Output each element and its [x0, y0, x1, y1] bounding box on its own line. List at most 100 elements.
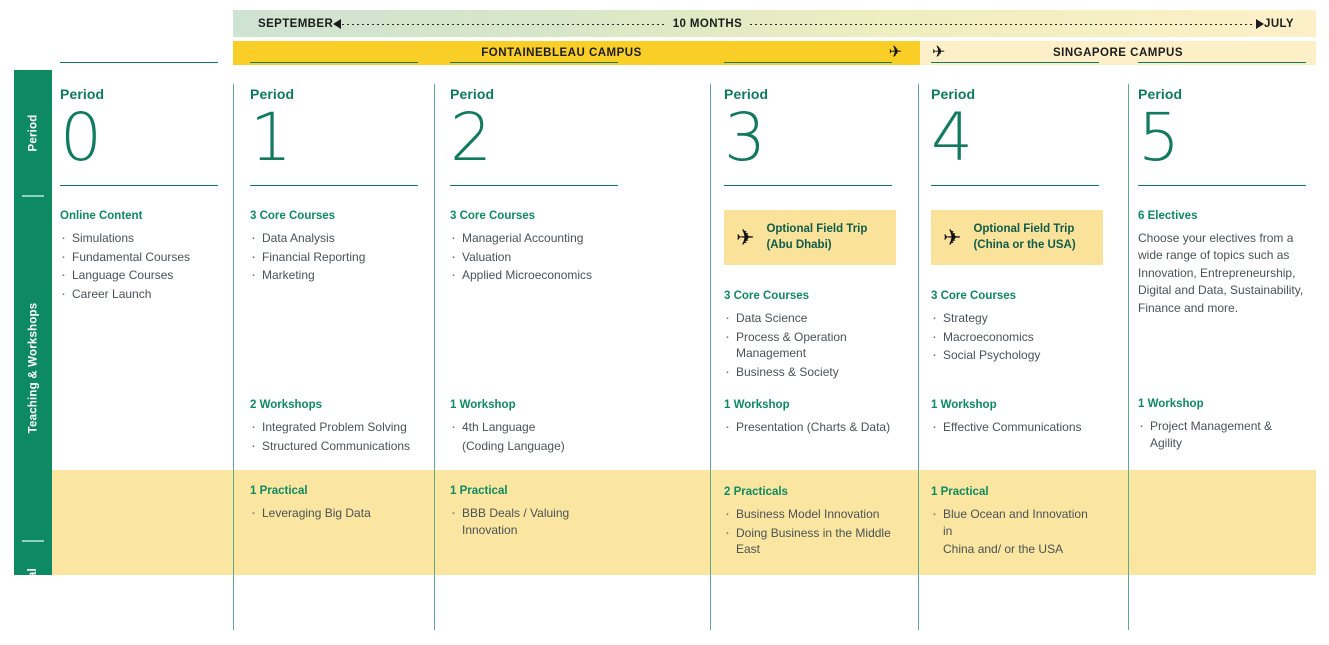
practical-block: 1 Practical Blue Ocean and Innovation in…	[931, 486, 1099, 560]
column-top-rule	[931, 62, 1099, 63]
block-title: 1 Workshop	[724, 399, 790, 411]
dotted-line-right	[750, 23, 1256, 25]
block-title: 1 Practical	[450, 485, 508, 497]
curriculum-grid: Period 0 Online Content Simulations Fund…	[60, 62, 1316, 630]
list-item: Blue Ocean and Innovation in	[931, 505, 1099, 539]
workshops-block: 1 Workshop Presentation (Charts & Data)	[724, 399, 890, 438]
block-list: Simulations Fundamental Courses Language…	[60, 229, 190, 302]
field-trip-text: Optional Field Trip (Abu Dhabi)	[766, 222, 867, 253]
block-title: 6 Electives	[1138, 210, 1198, 222]
list-item: Data Analysis	[250, 229, 365, 247]
block-list: Effective Communications	[931, 418, 1082, 436]
sidebar-section-teaching: Teaching & Workshops	[14, 195, 52, 540]
period-column-0: Period 0 Online Content Simulations Fund…	[60, 62, 218, 575]
sidebar-label-teaching: Teaching & Workshops	[27, 302, 40, 433]
block-title: 3 Core Courses	[931, 290, 1017, 302]
list-item: Financial Reporting	[250, 248, 365, 266]
list-item: Leveraging Big Data	[250, 504, 371, 522]
practical-block: 2 Practicals Business Model Innovation D…	[724, 486, 892, 560]
list-item: Presentation (Charts & Data)	[724, 418, 890, 436]
period-column-4: Period 4 ✈ Optional Field Trip (China or…	[931, 62, 1103, 575]
column-top-rule	[60, 62, 218, 63]
list-item: Process & Operation Management	[724, 328, 892, 362]
list-item: Structured Communications	[250, 437, 410, 455]
block-list: Integrated Problem Solving Structured Co…	[250, 418, 410, 455]
column-top-rule	[450, 62, 618, 63]
list-item: China and/ or the USA	[943, 542, 1064, 557]
field-trip-card: ✈ Optional Field Trip (China or the USA)	[931, 210, 1103, 265]
list-item: 4th Language	[450, 418, 565, 436]
sidebar-label-practical: Practical	[27, 567, 39, 618]
teaching-block: Online Content Simulations Fundamental C…	[60, 210, 190, 304]
column-separator	[918, 84, 919, 630]
period-number: 4	[931, 99, 973, 176]
field-trip-box: ✈ Optional Field Trip (Abu Dhabi)	[724, 210, 896, 265]
block-title: 1 Workshop	[450, 399, 516, 411]
list-item: Integrated Problem Solving	[250, 418, 410, 436]
period-number: 3	[724, 99, 766, 176]
block-title: 3 Core Courses	[250, 210, 336, 222]
block-title: 1 Workshop	[1138, 398, 1204, 410]
period-number: 5	[1138, 99, 1180, 176]
field-trip-text: Optional Field Trip (China or the USA)	[973, 222, 1075, 253]
timeline-duration-label: 10 MONTHS	[672, 17, 743, 30]
column-top-rule	[724, 62, 892, 63]
column-rule	[450, 184, 618, 186]
column-separator	[233, 84, 234, 630]
arrow-left-icon	[333, 18, 342, 29]
list-item: BBB Deals / Valuing Innovation	[450, 504, 618, 538]
list-item: Language Courses	[60, 266, 190, 284]
column-rule	[60, 184, 218, 186]
column-separator	[434, 84, 435, 630]
list-item: Business & Society	[724, 363, 892, 381]
block-list: Project Management & Agility	[1138, 417, 1306, 451]
list-item: Valuation	[450, 248, 592, 266]
list-item: Project Management & Agility	[1138, 417, 1306, 451]
teaching-block: 3 Core Courses Managerial Accounting Val…	[450, 210, 592, 286]
list-item: Simulations	[60, 229, 190, 247]
campus-label-fontainebleau: FONTAINEBLEAU CAMPUS	[481, 47, 642, 59]
arrow-right-icon	[1256, 18, 1265, 29]
electives-description: Choose your electives from a wide range …	[1138, 231, 1304, 315]
block-title: 1 Practical	[250, 485, 308, 497]
block-title: 1 Practical	[931, 486, 989, 498]
workshops-block: 1 Workshop Effective Communications	[931, 399, 1082, 438]
airplane-icon: ✈	[888, 44, 902, 61]
teaching-block: 3 Core Courses Data Analysis Financial R…	[250, 210, 365, 286]
period-number: 1	[250, 99, 292, 176]
block-list: Presentation (Charts & Data)	[724, 418, 890, 436]
list-item: Managerial Accounting	[450, 229, 592, 247]
period-column-1: Period 1 3 Core Courses Data Analysis Fi…	[250, 62, 418, 575]
teaching-block: 3 Core Courses Strategy Macroeconomics S…	[931, 290, 1040, 366]
airplane-icon: ✈	[736, 224, 755, 250]
dotted-line-left	[342, 23, 665, 25]
column-separator	[1128, 84, 1129, 630]
sidebar-label-period: Period	[27, 114, 39, 151]
timeline-right-segment	[750, 10, 1265, 37]
list-item: (Coding Language)	[462, 438, 565, 453]
block-list: Business Model Innovation Doing Business…	[724, 505, 892, 558]
field-trip-line2: (China or the USA)	[973, 238, 1076, 251]
block-title: 1 Workshop	[931, 399, 997, 411]
timeline-start-label: SEPTEMBER	[258, 17, 334, 30]
column-rule	[250, 184, 418, 186]
list-item: Data Science	[724, 309, 892, 327]
category-sidebar: Period Teaching & Workshops Practical	[14, 70, 52, 617]
timeline-end-label: JULY	[1264, 17, 1294, 30]
block-list: Data Analysis Financial Reporting Market…	[250, 229, 365, 284]
list-item: Marketing	[250, 266, 365, 284]
list-item: Applied Microeconomics	[450, 266, 592, 284]
block-list: BBB Deals / Valuing Innovation	[450, 504, 618, 538]
list-item: Doing Business in the Middle East	[724, 524, 892, 558]
block-title: 3 Core Courses	[450, 210, 536, 222]
period-number: 0	[60, 99, 102, 176]
period-column-5: Period 5 6 Electives Choose your electiv…	[1138, 62, 1306, 575]
column-top-rule	[250, 62, 418, 63]
block-list: Leveraging Big Data	[250, 504, 371, 522]
column-rule	[931, 184, 1099, 186]
practical-block: 1 Practical Leveraging Big Data	[250, 485, 371, 524]
airplane-icon: ✈	[932, 44, 946, 61]
column-rule	[1138, 184, 1306, 186]
list-item: Effective Communications	[931, 418, 1082, 436]
list-item: Macroeconomics	[931, 328, 1040, 346]
